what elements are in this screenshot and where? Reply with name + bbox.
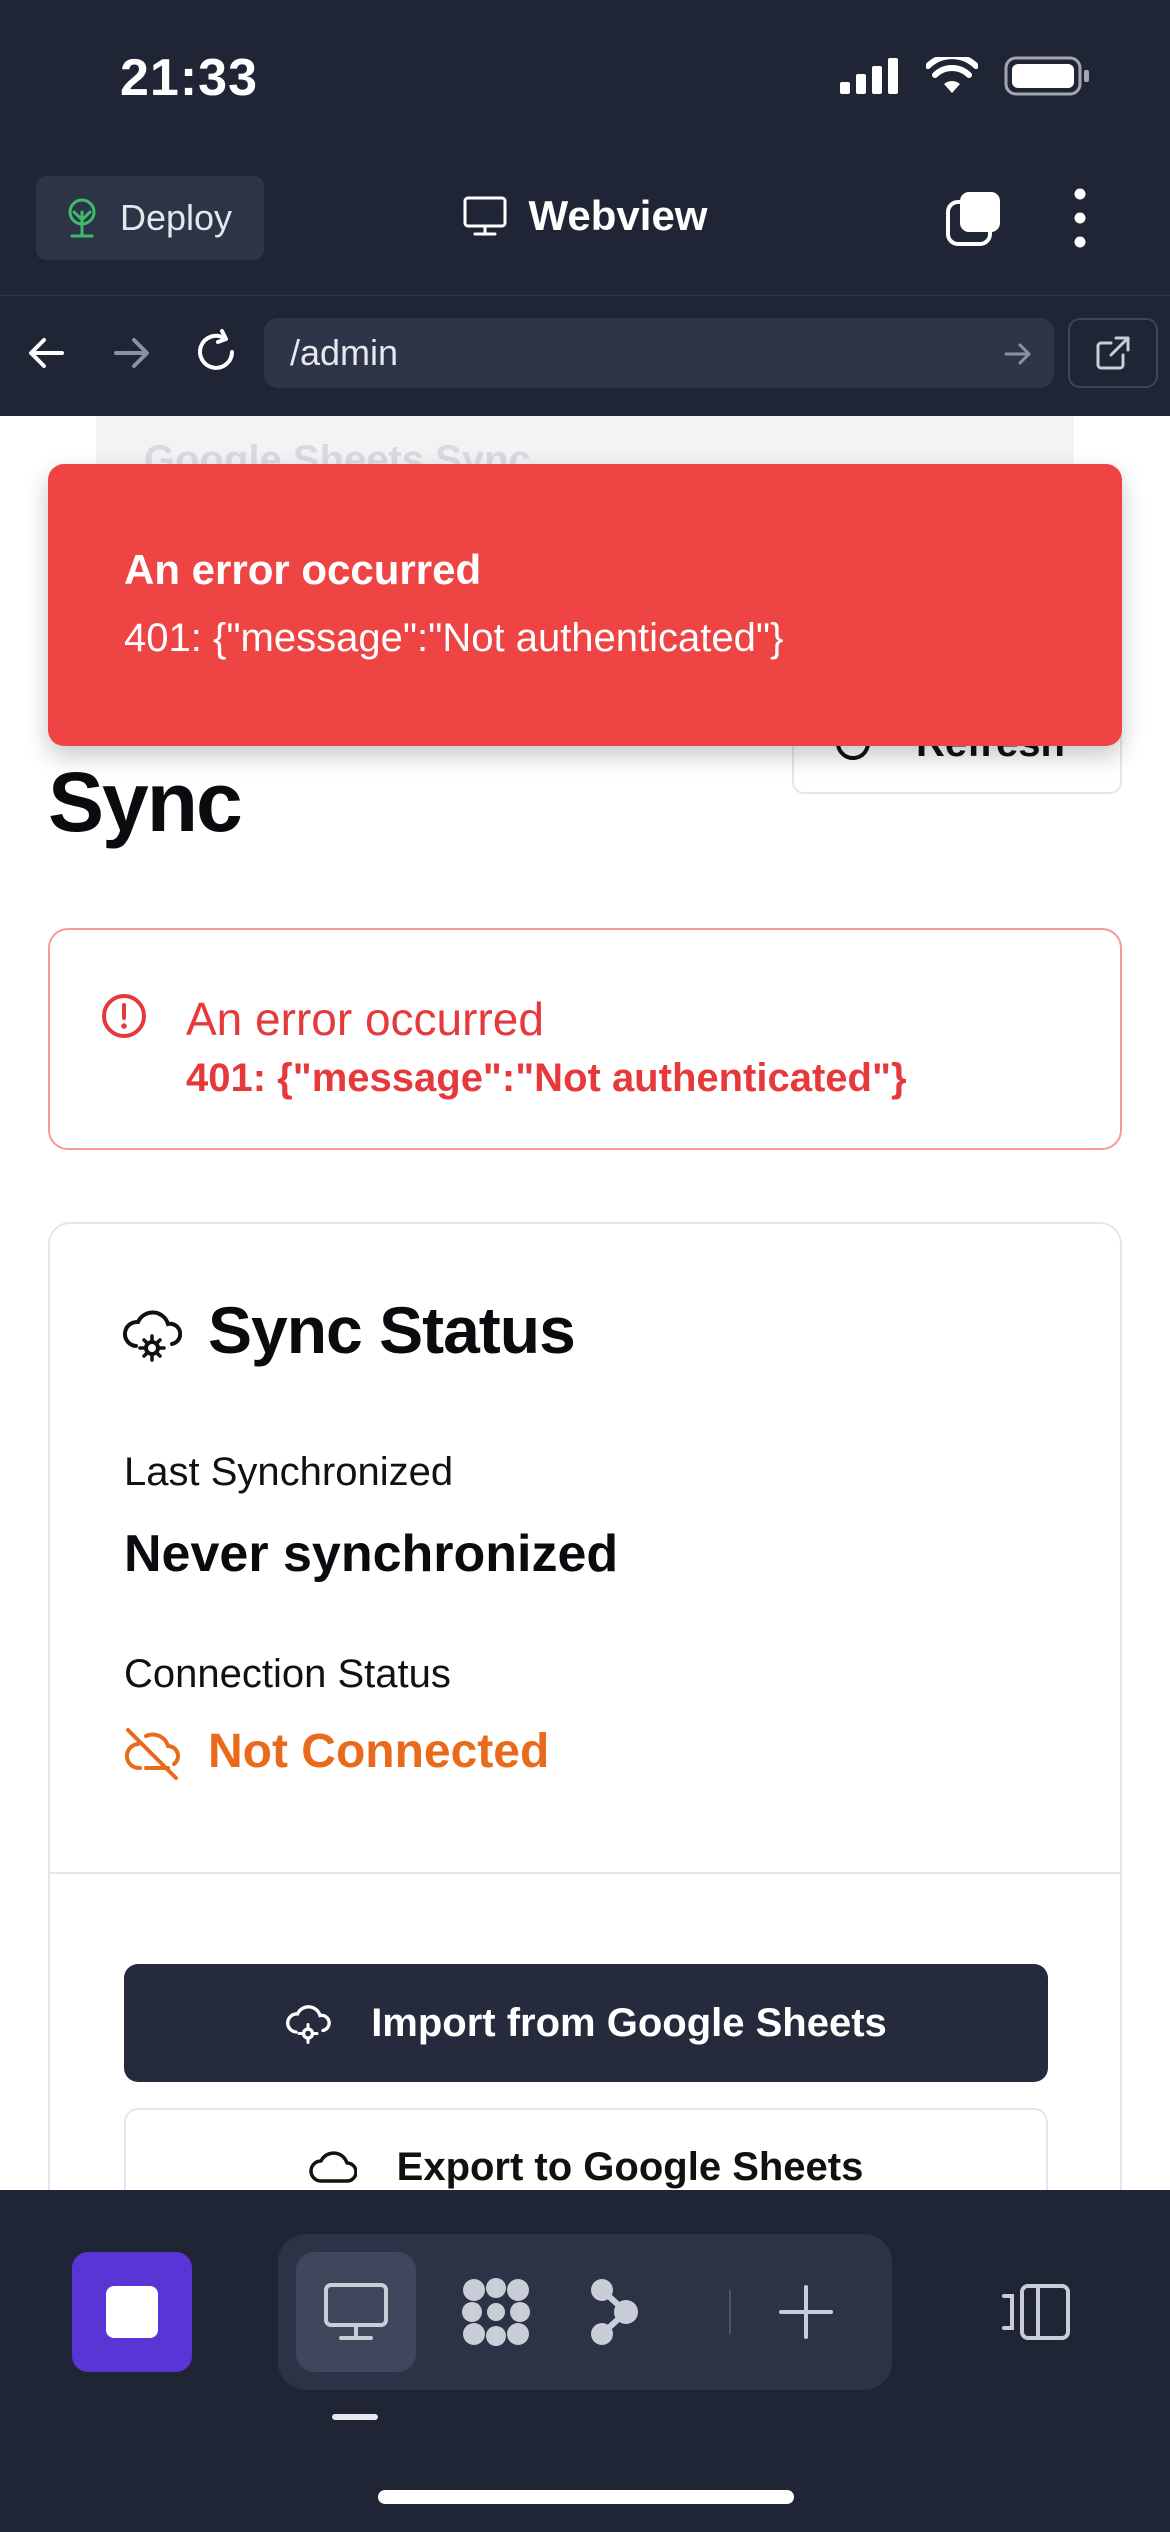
monitor-icon xyxy=(323,2282,389,2342)
export-label: Export to Google Sheets xyxy=(396,2144,864,2189)
tool-webview[interactable] xyxy=(296,2252,416,2372)
tool-workflow[interactable] xyxy=(554,2252,674,2372)
sync-status-heading: Sync Status xyxy=(208,1293,576,1367)
forward-arrow-icon[interactable] xyxy=(110,332,152,374)
status-bar: 21:33 xyxy=(0,0,1170,150)
app-bar: Deploy Webview xyxy=(0,150,1170,297)
panel-layout-icon[interactable] xyxy=(998,2282,1074,2342)
back-arrow-icon[interactable] xyxy=(26,332,68,374)
active-tab-indicator xyxy=(332,2414,378,2420)
connection-status-value: Not Connected xyxy=(208,1725,550,1778)
tool-add[interactable] xyxy=(746,2252,866,2372)
cloud-icon xyxy=(308,2149,357,2185)
status-icons xyxy=(840,56,1090,96)
reload-icon[interactable] xyxy=(192,328,240,376)
sync-status-card: Sync Status Last Synchronized Never sync… xyxy=(48,1222,1122,2190)
home-indicator[interactable] xyxy=(378,2490,794,2504)
page-title: Sync xyxy=(48,755,243,849)
signal-icon xyxy=(840,58,900,94)
wifi-icon xyxy=(926,57,978,95)
more-options-icon[interactable] xyxy=(1066,186,1094,250)
last-sync-label: Last Synchronized xyxy=(124,1450,454,1494)
connection-status-label: Connection Status xyxy=(124,1652,451,1696)
url-text: /admin xyxy=(290,332,399,373)
open-external-button[interactable] xyxy=(1068,318,1158,388)
go-arrow-icon[interactable] xyxy=(1002,338,1034,370)
import-label: Import from Google Sheets xyxy=(371,2000,887,2045)
battery-icon xyxy=(1004,56,1090,96)
error-toast[interactable]: An error occurred 401: {"message":"Not a… xyxy=(48,464,1122,746)
status-time: 21:33 xyxy=(120,49,258,107)
url-input[interactable]: /admin xyxy=(264,318,1054,388)
error-alert: An error occurred 401: {"message":"Not a… xyxy=(48,928,1122,1150)
export-to-sheets-button[interactable]: Export to Google Sheets xyxy=(124,2108,1048,2190)
bottom-toolbar xyxy=(0,2190,1170,2532)
tool-separator xyxy=(729,2290,731,2334)
cloud-off-icon xyxy=(124,1724,180,1780)
alert-title: An error occurred xyxy=(186,993,544,1045)
webview-title-text: Webview xyxy=(528,192,708,239)
cloud-cog-icon xyxy=(122,1306,182,1362)
stop-button[interactable] xyxy=(72,2252,192,2372)
tabs-icon[interactable] xyxy=(944,188,1004,248)
monitor-icon xyxy=(463,196,507,236)
tool-switcher xyxy=(278,2234,892,2390)
import-from-sheets-button[interactable]: Import from Google Sheets xyxy=(124,1964,1048,2082)
tool-apps[interactable] xyxy=(436,2252,556,2372)
plus-icon xyxy=(777,2283,835,2341)
alert-circle-icon xyxy=(100,992,148,1040)
dots-grid-icon xyxy=(458,2276,534,2348)
toast-title: An error occurred xyxy=(124,546,482,593)
cloud-cog-icon xyxy=(285,2002,332,2044)
workflow-icon xyxy=(584,2276,644,2348)
toast-message: 401: {"message":"Not authenticated"} xyxy=(124,616,784,660)
url-bar: /admin xyxy=(0,296,1170,416)
stop-icon xyxy=(106,2286,158,2338)
card-divider xyxy=(50,1872,1120,1874)
alert-message: 401: {"message":"Not authenticated"} xyxy=(186,1056,907,1100)
external-link-icon xyxy=(1095,335,1131,371)
last-sync-value: Never synchronized xyxy=(124,1525,619,1583)
